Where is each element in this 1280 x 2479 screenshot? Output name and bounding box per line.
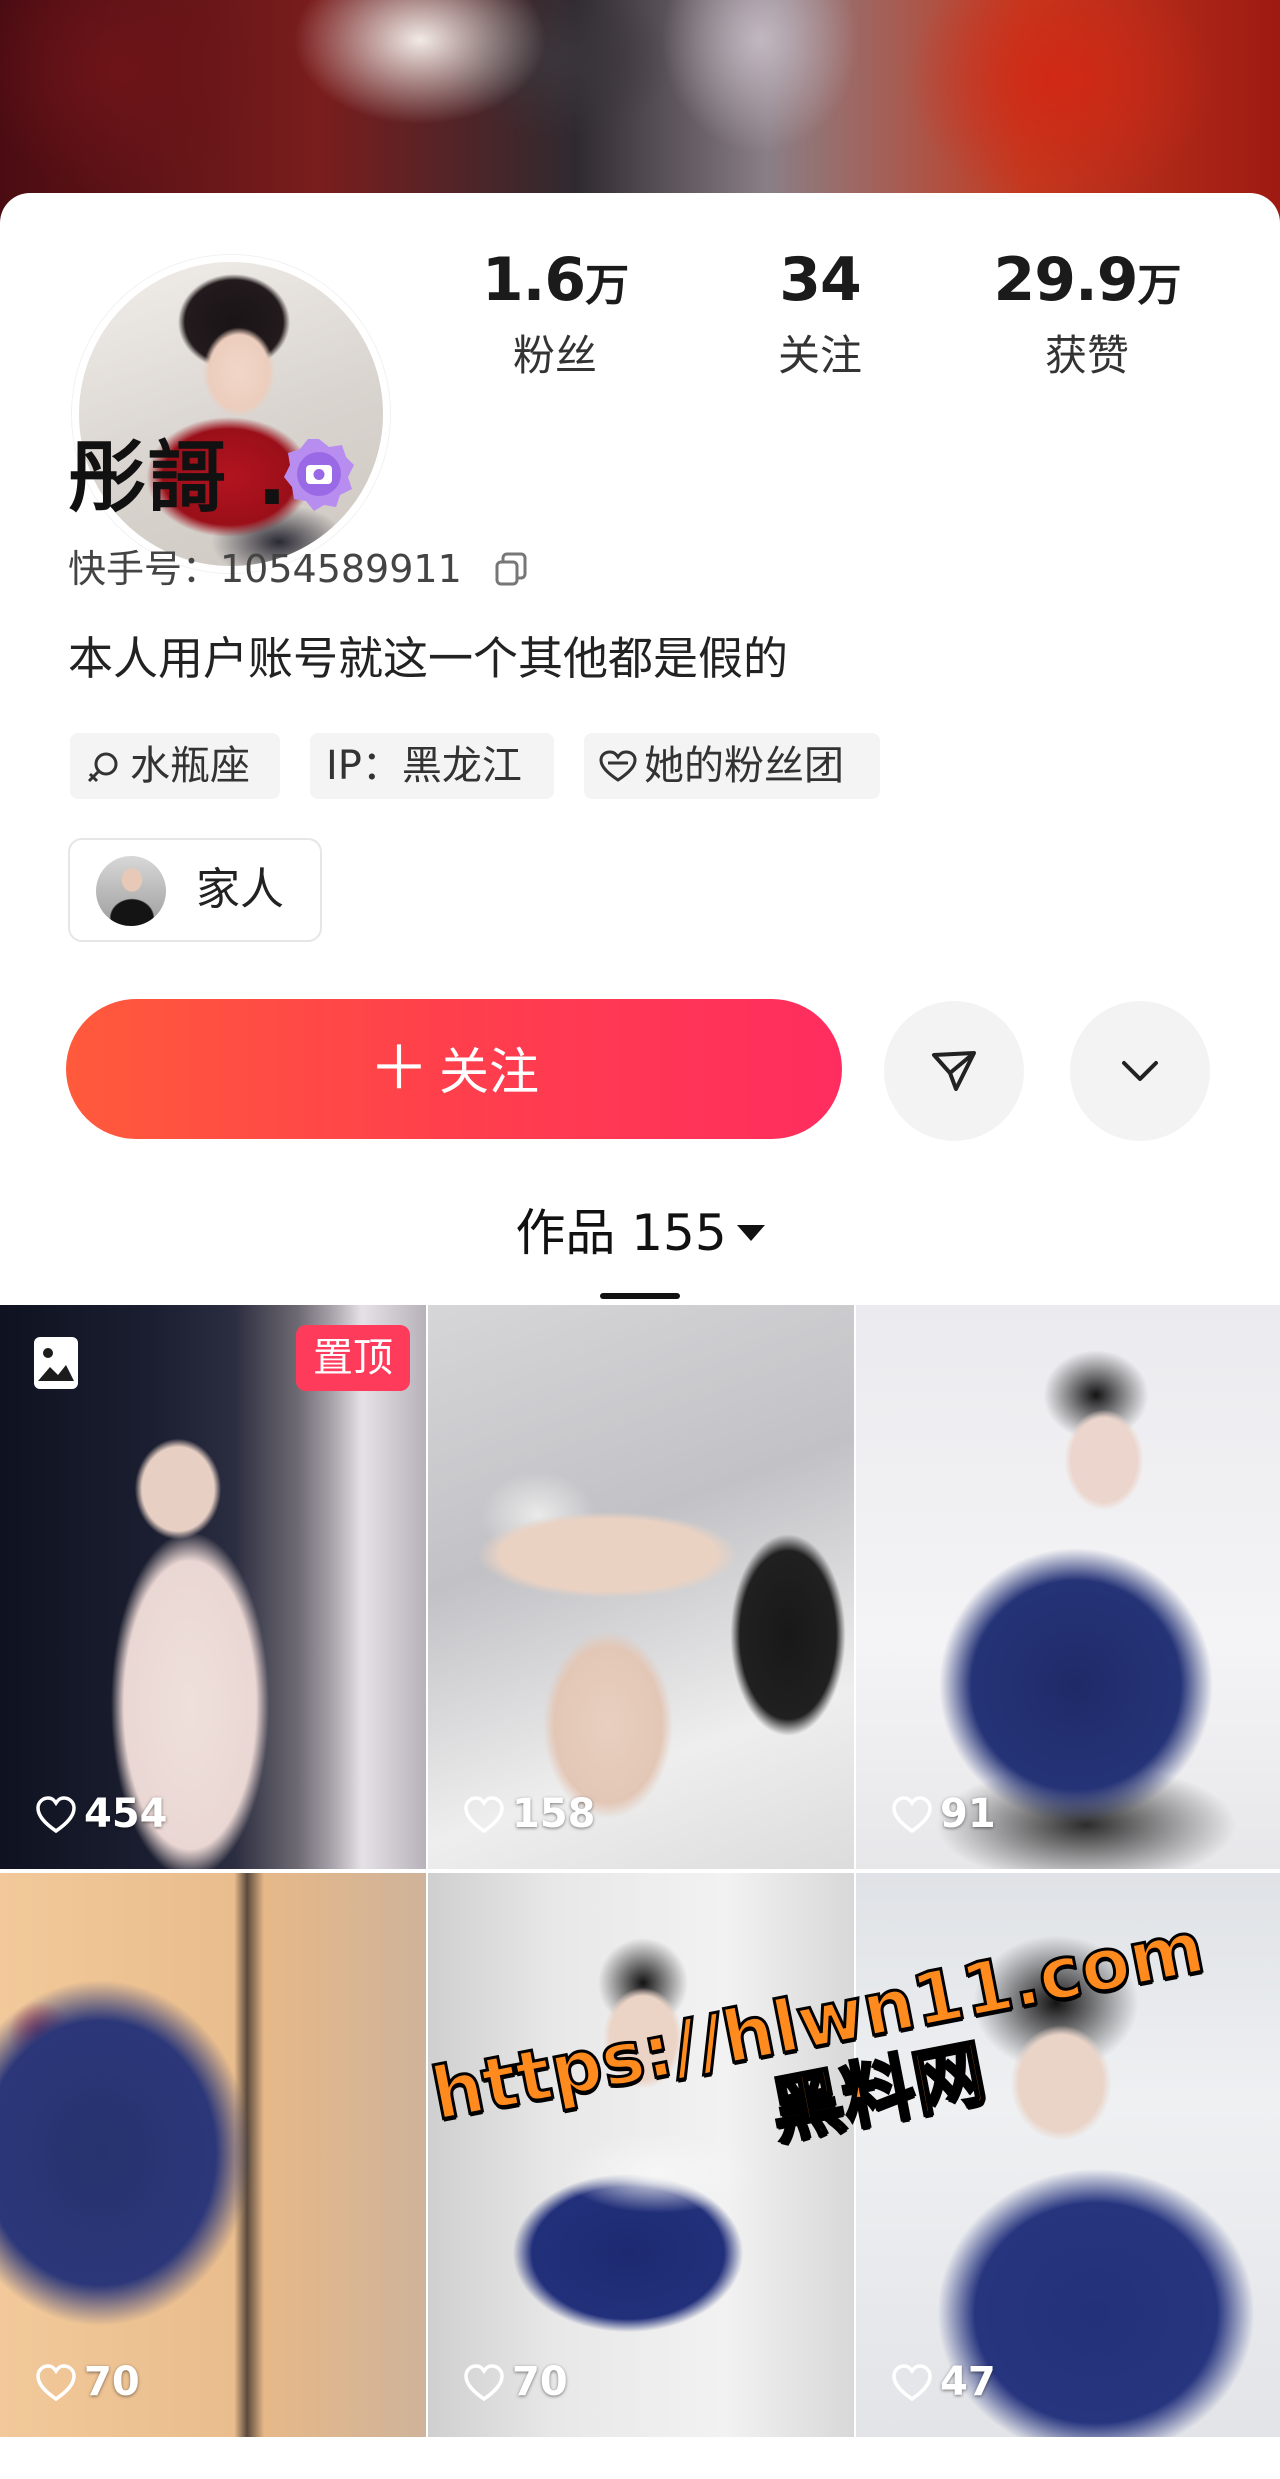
stat-likes[interactable]: 29.9万 获赞 <box>972 240 1202 384</box>
verified-badge-icon <box>284 439 354 511</box>
tag-ip-label: IP：黑龙江 <box>326 743 522 789</box>
chevron-down-icon <box>1122 1061 1158 1081</box>
heart-icon <box>464 1796 504 1834</box>
profile-name: 彤謌 . <box>68 433 289 523</box>
heart-icon <box>892 2364 932 2402</box>
grid-item[interactable]: 70 <box>428 1873 854 2437</box>
grid-item[interactable]: 158 <box>428 1305 854 1869</box>
heart-icon <box>464 2364 504 2402</box>
stat-following[interactable]: 34 关注 <box>705 240 935 384</box>
like-count: 158 <box>462 1789 596 1839</box>
stat-following-label: 关注 <box>777 331 862 380</box>
pinned-badge: 置顶 <box>296 1325 410 1391</box>
grid-item[interactable]: 70 <box>0 1873 426 2437</box>
message-button[interactable] <box>884 1001 1024 1141</box>
fan-group-heart-icon <box>599 750 637 782</box>
tag-zodiac-label: 水瓶座 <box>130 743 250 789</box>
caret-down-icon <box>736 1224 765 1241</box>
like-count: 70 <box>462 2357 568 2407</box>
family-avatar <box>96 856 166 926</box>
copy-icon[interactable] <box>493 550 529 588</box>
heart-icon <box>36 1796 76 1834</box>
grid-item[interactable]: 置顶 454 <box>0 1305 426 1869</box>
stat-likes-label: 获赞 <box>1044 331 1129 380</box>
tab-works-label: 作品 155 <box>515 1204 727 1262</box>
follow-button-label: 关注 <box>439 1043 539 1101</box>
more-options-button[interactable] <box>1070 1001 1210 1141</box>
stat-followers[interactable]: 1.6万 粉丝 <box>440 240 670 384</box>
zodiac-icon <box>87 752 118 783</box>
heart-icon <box>36 2364 76 2402</box>
like-count: 70 <box>34 2357 140 2407</box>
tag-ip-location: IP：黑龙江 <box>310 733 554 799</box>
family-button[interactable]: 家人 <box>68 838 322 942</box>
tab-works-underline <box>600 1293 680 1299</box>
tag-zodiac[interactable]: 水瓶座 <box>70 733 280 799</box>
stat-following-value: 34 <box>779 245 861 315</box>
profile-stats: 1.6万 粉丝 34 关注 29.9万 获赞 <box>440 240 1240 390</box>
like-count: 91 <box>890 1789 996 1839</box>
send-icon <box>932 1051 976 1091</box>
heart-icon <box>892 1796 932 1834</box>
like-count: 454 <box>34 1789 168 1839</box>
tag-fan-group[interactable]: 她的粉丝团 <box>584 733 880 799</box>
stat-followers-label: 粉丝 <box>512 331 597 380</box>
image-post-icon <box>34 1337 78 1389</box>
plus-icon: ＋ <box>369 1034 429 1104</box>
works-grid: 置顶 454 158 91 70 70 47 <box>0 1305 1280 2479</box>
grid-item[interactable]: 47 <box>856 1873 1280 2437</box>
like-count: 47 <box>890 2357 996 2407</box>
profile-bio: 本人用户账号就这一个其他都是假的 <box>68 632 789 685</box>
tab-works[interactable]: 作品 155 <box>0 1198 1280 1268</box>
stat-likes-value: 29.9万 <box>993 245 1181 315</box>
user-id-text: 快手号：1054589911 <box>68 547 462 591</box>
tag-fan-group-label: 她的粉丝团 <box>644 743 844 789</box>
stat-followers-value: 1.6万 <box>481 245 629 315</box>
family-label: 家人 <box>196 864 284 915</box>
follow-button[interactable]: ＋关注 <box>66 999 842 1139</box>
grid-item[interactable]: 91 <box>856 1305 1280 1869</box>
